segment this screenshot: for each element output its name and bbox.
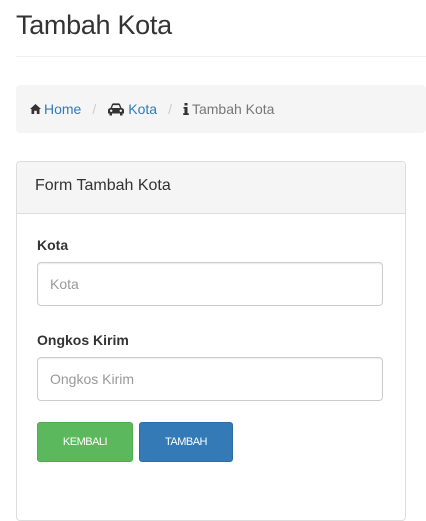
breadcrumb-kota-link[interactable]: Kota xyxy=(107,101,157,117)
info-icon xyxy=(183,103,189,115)
breadcrumb-current: Tambah Kota xyxy=(183,101,275,117)
form-actions: KEMBALI TAMBAH xyxy=(37,422,405,462)
breadcrumb-home-link[interactable]: Home xyxy=(30,101,81,117)
title-divider xyxy=(16,56,426,57)
tambah-button[interactable]: TAMBAH xyxy=(139,422,233,462)
panel-body: Kota Ongkos Kirim KEMBALI TAMBAH xyxy=(17,237,405,462)
panel-heading: Form Tambah Kota xyxy=(17,162,405,214)
form-panel: Form Tambah Kota Kota Ongkos Kirim KEMBA… xyxy=(16,161,406,521)
home-icon xyxy=(30,104,41,114)
breadcrumb: Home / Kota / Tambah Kota xyxy=(16,85,426,133)
breadcrumb-home-label: Home xyxy=(44,101,82,117)
ongkos-kirim-input[interactable] xyxy=(37,357,383,401)
page-title: Tambah Kota xyxy=(16,10,172,40)
kembali-button[interactable]: KEMBALI xyxy=(37,422,133,462)
breadcrumb-kota-label: Kota xyxy=(128,101,158,117)
breadcrumb-separator: / xyxy=(92,101,97,117)
ongkos-kirim-label: Ongkos Kirim xyxy=(37,332,129,348)
breadcrumb-current-label: Tambah Kota xyxy=(191,101,275,117)
car-icon xyxy=(107,102,125,116)
breadcrumb-separator: / xyxy=(168,101,172,117)
kota-input[interactable] xyxy=(37,262,383,306)
kota-label: Kota xyxy=(37,237,69,253)
